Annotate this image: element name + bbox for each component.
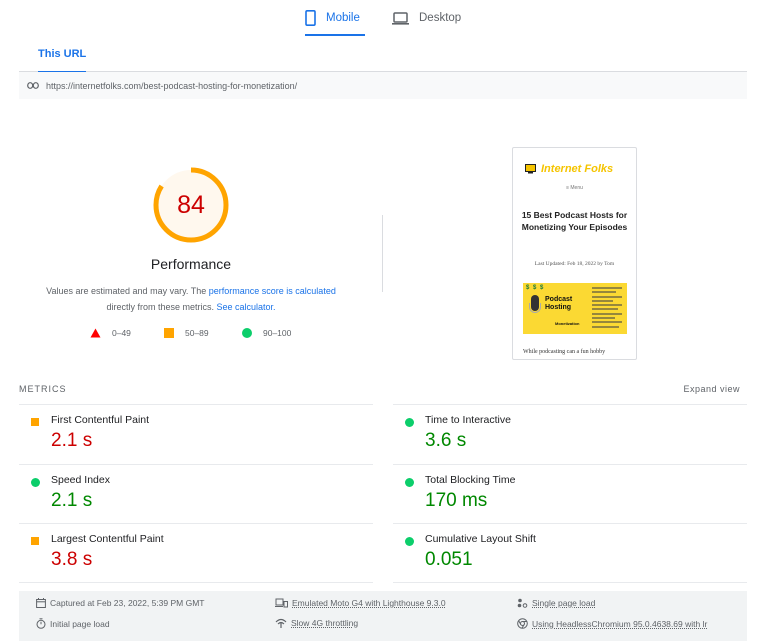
- thumb-menu: ≡ Menu: [566, 185, 583, 191]
- metrics-left-column: First Contentful Paint 2.1 s Speed Index…: [19, 404, 373, 583]
- metrics-header: METRICS: [19, 384, 67, 394]
- network-icon: [275, 618, 287, 628]
- tab-mobile[interactable]: Mobile: [305, 0, 365, 36]
- expand-view-button[interactable]: Expand view: [683, 384, 740, 394]
- microphone-icon: [531, 295, 539, 311]
- triangle-icon: [90, 328, 101, 338]
- captured-text: Captured at Feb 23, 2022, 5:39 PM GMT: [50, 598, 205, 608]
- thumb-snippet: While podcasting can a fun hobby: [523, 349, 606, 355]
- thumb-brand: Internet Folks: [541, 163, 614, 175]
- thumb-updated: Last Updated: Feb 18, 2022 by Tom: [534, 261, 615, 267]
- see-calculator-link[interactable]: See calculator.: [216, 302, 275, 312]
- circle-icon: [405, 418, 414, 427]
- metric-value: 2.1 s: [51, 430, 93, 451]
- metrics-right-column: Time to Interactive 3.6 s Total Blocking…: [393, 404, 747, 583]
- metric-total-blocking-time: Total Blocking Time 170 ms: [393, 463, 747, 524]
- legend-pass: 90–100: [242, 328, 291, 338]
- single-load-text: Single page load: [532, 598, 596, 608]
- tab-this-url[interactable]: This URL: [38, 36, 87, 73]
- info-throttling[interactable]: Slow 4G throttling: [275, 618, 358, 628]
- link-icon: [27, 82, 39, 89]
- page-screenshot: Internet Folks ≡ Menu 15 Best Podcast Ho…: [512, 147, 637, 360]
- tab-mobile-label: Mobile: [326, 12, 360, 24]
- metric-value: 170 ms: [425, 489, 488, 511]
- banner-title: Podcast Hosting: [545, 296, 573, 311]
- circle-icon: [405, 477, 414, 487]
- info-single-load[interactable]: Single page load: [517, 598, 595, 608]
- performance-score-link[interactable]: performance score is calculated: [209, 286, 336, 296]
- devices-icon: [275, 598, 288, 608]
- legend-pass-range: 90–100: [263, 328, 292, 338]
- metric-value: 3.6 s: [425, 430, 467, 451]
- metric-value: 2.1 s: [51, 489, 93, 511]
- monitor-icon: [525, 164, 536, 174]
- runtime-info: Captured at Feb 23, 2022, 5:39 PM GMT In…: [19, 591, 747, 641]
- banner-subtitle: Monetization: [555, 321, 580, 326]
- circle-icon: [405, 537, 414, 546]
- url-bar: https://internetfolks.com/best-podcast-h…: [19, 72, 747, 99]
- description-prefix: Values are estimated and may vary. The: [46, 286, 209, 296]
- thumb-logo: Internet Folks: [525, 163, 613, 175]
- device-tabs: Mobile Desktop: [0, 0, 765, 36]
- banner-dollars: $ $ $: [526, 285, 545, 291]
- legend-fail: 0–49: [90, 328, 131, 338]
- metric-name: Largest Contentful Paint: [51, 533, 164, 545]
- circle-icon: [31, 477, 40, 487]
- metric-first-contentful-paint: First Contentful Paint 2.1 s: [19, 404, 373, 464]
- performance-gauge: 84: [152, 166, 230, 244]
- info-browser[interactable]: Using HeadlessChromium 95.0.4638.69 with…: [517, 618, 707, 629]
- performance-label: Performance: [150, 256, 232, 272]
- metric-cumulative-layout-shift: Cumulative Layout Shift 0.051: [393, 523, 747, 583]
- url-tabs: This URL: [19, 36, 747, 73]
- initial-load-text: Initial page load: [50, 618, 110, 629]
- calendar-icon: [36, 598, 46, 608]
- metric-name: Total Blocking Time: [425, 473, 516, 486]
- thumb-banner-image: $ $ $ Podcast Hosting Monetization: [523, 283, 627, 334]
- legend-fail-range: 0–49: [112, 328, 131, 338]
- info-initial-load: Initial page load: [36, 618, 110, 629]
- section-divider: [382, 215, 383, 292]
- nodes-icon: [517, 598, 528, 608]
- info-captured: Captured at Feb 23, 2022, 5:39 PM GMT: [36, 598, 205, 608]
- analyzed-url: https://internetfolks.com/best-podcast-h…: [46, 80, 298, 91]
- performance-score: 84: [177, 190, 205, 219]
- throttling-text: Slow 4G throttling: [291, 618, 359, 628]
- metric-name: Cumulative Layout Shift: [425, 533, 536, 545]
- metric-value: 0.051: [425, 549, 473, 570]
- score-description: Values are estimated and may vary. The p…: [20, 283, 362, 315]
- legend-average-range: 50–89: [185, 328, 209, 338]
- banner-logos: [592, 287, 622, 330]
- chrome-icon: [517, 618, 528, 629]
- square-icon: [31, 537, 39, 545]
- metric-speed-index: Speed Index 2.1 s: [19, 463, 373, 524]
- legend-average: 50–89: [164, 328, 209, 338]
- description-middle: directly from these metrics.: [106, 302, 217, 312]
- browser-text: Using HeadlessChromium 95.0.4638.69 with…: [532, 618, 708, 629]
- metric-largest-contentful-paint: Largest Contentful Paint 3.8 s: [19, 523, 373, 583]
- emulated-text: Emulated Moto G4 with Lighthouse 9.3.0: [292, 598, 446, 608]
- tab-desktop[interactable]: Desktop: [392, 0, 472, 36]
- phone-icon: [305, 10, 316, 26]
- metric-name: Time to Interactive: [425, 414, 511, 426]
- desktop-icon: [392, 11, 409, 25]
- tab-desktop-label: Desktop: [419, 12, 462, 24]
- thumb-title: 15 Best Podcast Hosts for Monetizing You…: [521, 210, 628, 232]
- metric-name: Speed Index: [51, 473, 110, 486]
- tab-this-url-label: This URL: [38, 48, 87, 60]
- metric-name: First Contentful Paint: [51, 414, 150, 426]
- info-emulated[interactable]: Emulated Moto G4 with Lighthouse 9.3.0: [275, 598, 446, 608]
- metric-time-to-interactive: Time to Interactive 3.6 s: [393, 404, 747, 464]
- square-icon: [164, 328, 174, 338]
- square-icon: [31, 418, 39, 426]
- metric-value: 3.8 s: [51, 549, 93, 570]
- stopwatch-icon: [36, 618, 46, 629]
- circle-icon: [242, 328, 252, 338]
